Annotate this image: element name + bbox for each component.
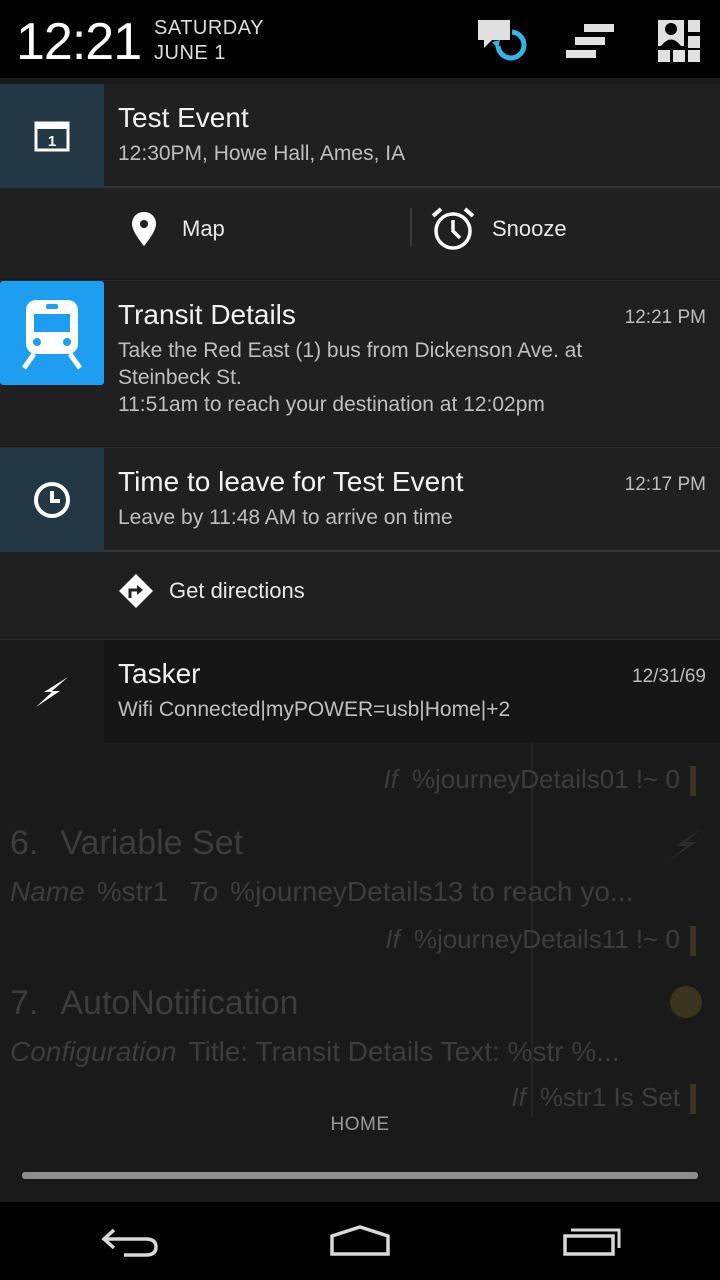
notification-title: Transit Details xyxy=(118,299,296,330)
alarm-clock-icon xyxy=(431,207,475,250)
chat-sync-icon[interactable] xyxy=(476,18,530,64)
notification-time: 12/31/69 xyxy=(632,666,706,687)
quick-settings-icon[interactable] xyxy=(656,18,702,64)
back-icon[interactable] xyxy=(100,1224,160,1258)
background-step-7: 7. AutoNotification xyxy=(10,984,299,1022)
autonotification-icon xyxy=(670,986,702,1018)
notification-text: Leave by 11:48 AM to arrive on time xyxy=(118,506,453,529)
snooze-action-label: Snooze xyxy=(492,216,567,241)
background-condition-1: If %journeyDetails01 !~ 0 xyxy=(383,764,696,796)
home-icon[interactable] xyxy=(328,1224,392,1258)
recents-icon[interactable] xyxy=(560,1224,624,1258)
train-icon xyxy=(21,300,83,370)
notification-title: Test Event xyxy=(118,102,249,133)
directions-icon xyxy=(119,574,153,608)
background-condition-3: If %str1 Is Set xyxy=(511,1082,696,1114)
now-app-icon xyxy=(0,448,104,552)
notification-tasker[interactable]: Tasker 12/31/69 Wifi Connected|myPOWER=u… xyxy=(0,639,720,744)
date-month-day: JUNE 1 xyxy=(154,42,226,64)
background-step-7-detail: Configuration Title: Transit Details Text… xyxy=(10,1036,620,1067)
notification-time: 12:21 PM xyxy=(624,307,706,328)
notification-title: Tasker xyxy=(118,658,201,689)
background-condition-2: If %journeyDetails11 !~ 0 xyxy=(385,924,696,956)
date-day: SATURDAY xyxy=(154,17,264,39)
clear-all-icon[interactable] xyxy=(564,20,616,62)
notification-title: Time to leave for Test Event xyxy=(118,466,464,497)
map-action-label: Map xyxy=(182,216,225,241)
clock-icon xyxy=(34,482,70,518)
get-directions-button[interactable]: Get directions xyxy=(118,573,305,609)
home-tab[interactable]: HOME xyxy=(0,1114,720,1136)
notification-text: 12:30PM, Howe Hall, Ames, IA xyxy=(118,142,406,165)
scroll-indicator xyxy=(22,1172,698,1179)
map-pin-icon xyxy=(132,212,156,246)
notification-text: Wifi Connected|myPOWER=usb|Home|+2 xyxy=(118,698,511,721)
navigation-bar xyxy=(0,1202,720,1280)
notification-text: Take the Red East (1) bus from Dickenson… xyxy=(118,339,583,416)
calendar-app-icon: 1 xyxy=(0,84,104,188)
clock: 12:21 xyxy=(16,13,142,71)
notification-time: 12:17 PM xyxy=(624,474,706,495)
calendar-icon: 1 xyxy=(34,121,70,152)
svg-text:1: 1 xyxy=(48,133,56,150)
lightning-icon xyxy=(670,828,702,860)
shade-header: 12:21 SATURDAY JUNE 1 xyxy=(0,0,720,80)
background-step-6-detail: Name %str1 To %journeyDetails13 to reach y… xyxy=(10,876,634,907)
get-directions-label: Get directions xyxy=(169,578,305,603)
snooze-action-button[interactable]: Snooze xyxy=(430,206,567,252)
notification-time-to-leave[interactable]: Time to leave for Test Event 12:17 PM Le… xyxy=(0,447,720,637)
notification-test-event[interactable]: 1 Test Event 12:30PM, Howe Hall, Ames, I… xyxy=(0,84,720,278)
map-action-button[interactable]: Map xyxy=(130,210,225,248)
background-step-6: 6. Variable Set xyxy=(10,824,244,862)
lightning-icon xyxy=(36,677,68,707)
action-divider xyxy=(410,208,412,246)
tasker-app-icon xyxy=(0,640,104,744)
transit-app-icon xyxy=(0,281,104,385)
notification-transit-details[interactable]: Transit Details 12:21 PM Take the Red Ea… xyxy=(0,280,720,446)
